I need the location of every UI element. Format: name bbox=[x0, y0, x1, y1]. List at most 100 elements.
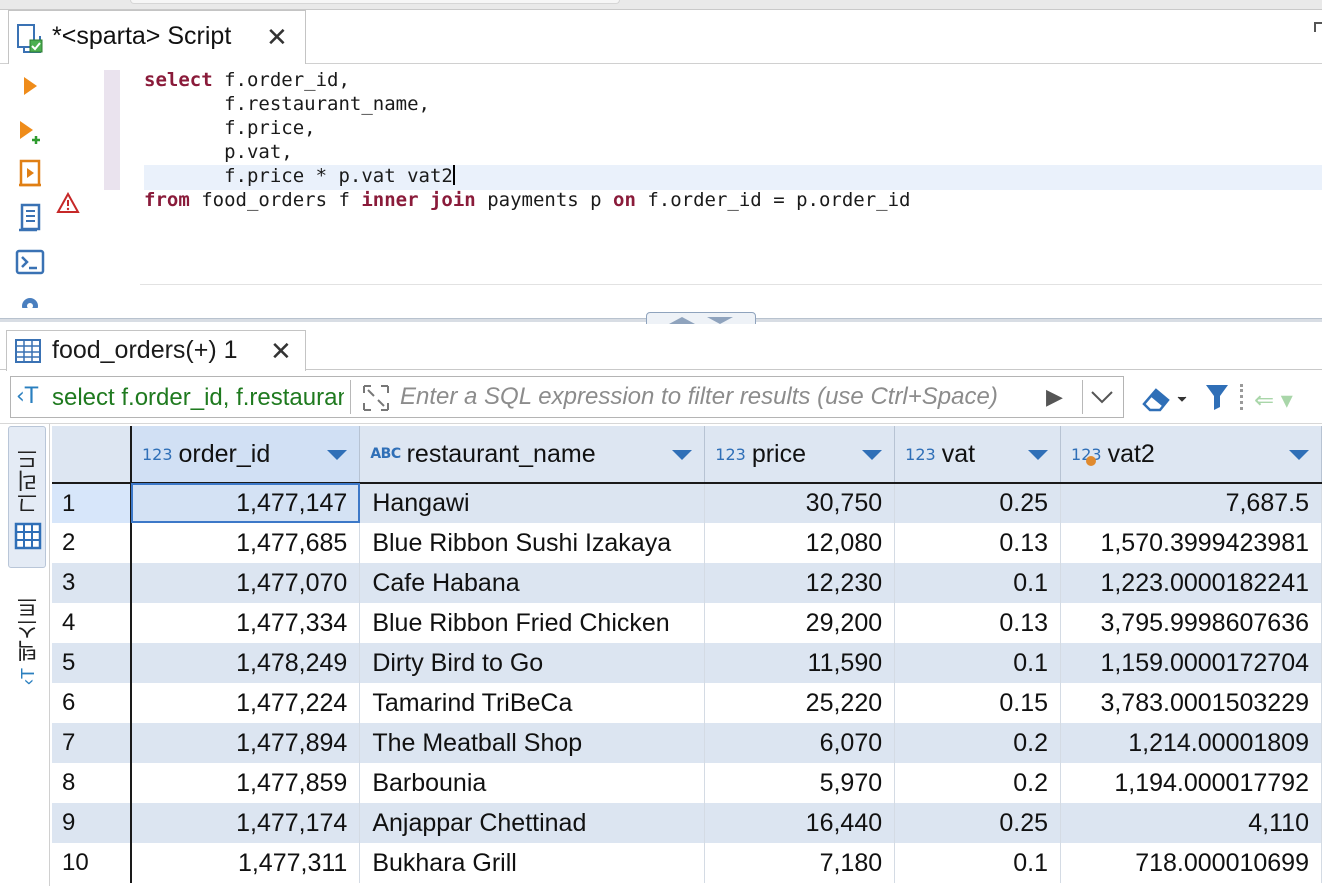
cell-order-id[interactable]: 1,477,859 bbox=[130, 763, 361, 803]
column-header-order-id[interactable]: 123 order_id bbox=[130, 426, 361, 484]
maximize-corner-icon[interactable] bbox=[1314, 22, 1322, 32]
apply-filter-icon[interactable]: ▶ bbox=[1046, 384, 1063, 410]
row-number[interactable]: 4 bbox=[52, 603, 132, 643]
cell-order-id[interactable]: 1,477,334 bbox=[130, 603, 361, 643]
table-row[interactable]: 7 1,477,894 The Meatball Shop 6,070 0.2 1,214… bbox=[52, 723, 1322, 763]
cell-restaurant-name[interactable]: Blue Ribbon Fried Chicken bbox=[359, 603, 706, 643]
row-number[interactable]: 3 bbox=[52, 563, 132, 603]
row-number[interactable]: 5 bbox=[52, 643, 132, 683]
code-line[interactable]: p.vat, bbox=[144, 140, 293, 164]
column-menu-arrow-icon[interactable] bbox=[672, 450, 693, 460]
cell-vat2[interactable]: 1,159.0000172704 bbox=[1060, 643, 1322, 683]
filter-input[interactable] bbox=[400, 382, 1040, 412]
run-statement-icon[interactable] bbox=[12, 68, 48, 104]
cell-price[interactable]: 25,220 bbox=[704, 683, 896, 723]
table-row[interactable]: 2 1,477,685 Blue Ribbon Sushi Izakaya 12,08… bbox=[52, 523, 1322, 563]
cell-order-id[interactable]: 1,477,224 bbox=[130, 683, 361, 723]
code-line[interactable]: f.price * p.vat vat2 bbox=[144, 164, 455, 188]
funnel-icon[interactable] bbox=[1204, 382, 1230, 412]
row-number[interactable]: 6 bbox=[52, 683, 132, 723]
text-view-label[interactable]: 텍스트 bbox=[13, 596, 45, 662]
chevron-down-icon[interactable] bbox=[707, 316, 733, 324]
cell-vat[interactable]: 0.2 bbox=[894, 763, 1062, 803]
cell-vat[interactable]: 0.15 bbox=[894, 683, 1062, 723]
eraser-icon[interactable] bbox=[1140, 384, 1192, 414]
settings-icon[interactable] bbox=[12, 288, 48, 308]
cell-order-id[interactable]: 1,477,311 bbox=[130, 843, 361, 883]
cell-restaurant-name[interactable]: Barbounia bbox=[359, 763, 706, 803]
column-menu-arrow-icon[interactable] bbox=[1289, 450, 1309, 460]
column-header-vat[interactable]: 123 vat bbox=[894, 426, 1062, 484]
cell-vat[interactable]: 0.1 bbox=[894, 843, 1062, 883]
cell-restaurant-name[interactable]: Cafe Habana bbox=[359, 563, 706, 603]
cell-vat2[interactable]: 4,110 bbox=[1060, 803, 1322, 843]
row-number[interactable]: 2 bbox=[52, 523, 132, 563]
cell-vat[interactable]: 0.1 bbox=[894, 643, 1062, 683]
cell-price[interactable]: 5,970 bbox=[704, 763, 896, 803]
cell-order-id[interactable]: 1,477,685 bbox=[130, 523, 361, 563]
table-row[interactable]: 10 1,477,311 Bukhara Grill 7,180 0.1 718.0000… bbox=[52, 843, 1322, 883]
cell-price[interactable]: 29,200 bbox=[704, 603, 896, 643]
row-number[interactable]: 7 bbox=[52, 723, 132, 763]
cell-price[interactable]: 6,070 bbox=[704, 723, 896, 763]
cell-restaurant-name[interactable]: Tamarind TriBeCa bbox=[359, 683, 706, 723]
cell-restaurant-name[interactable]: Anjappar Chettinad bbox=[359, 803, 706, 843]
cell-price[interactable]: 11,590 bbox=[704, 643, 896, 683]
table-row[interactable]: 4 1,477,334 Blue Ribbon Fried Chicken 29,20… bbox=[52, 603, 1322, 643]
cell-order-id[interactable]: 1,477,147 bbox=[130, 483, 361, 523]
cell-vat2[interactable]: 3,783.0001503229 bbox=[1060, 683, 1322, 723]
cell-order-id[interactable]: 1,477,174 bbox=[130, 803, 361, 843]
terminal-icon[interactable] bbox=[12, 244, 48, 280]
table-row[interactable]: 8 1,477,859 Barbounia 5,970 0.2 1,194.0000177… bbox=[52, 763, 1322, 803]
cell-vat2[interactable]: 3,795.9998607636 bbox=[1060, 603, 1322, 643]
cell-order-id[interactable]: 1,477,894 bbox=[130, 723, 361, 763]
table-row[interactable]: 5 1,478,249 Dirty Bird to Go 11,590 0.1 1,159… bbox=[52, 643, 1322, 683]
row-number-header[interactable] bbox=[52, 426, 132, 484]
cell-vat[interactable]: 0.25 bbox=[894, 483, 1062, 523]
cell-vat[interactable]: 0.2 bbox=[894, 723, 1062, 763]
cell-vat2[interactable]: 1,214.00001809 bbox=[1060, 723, 1322, 763]
column-header-price[interactable]: 123 price bbox=[704, 426, 896, 484]
cell-vat2[interactable]: 1,223.0000182241 bbox=[1060, 563, 1322, 603]
cell-price[interactable]: 16,440 bbox=[704, 803, 896, 843]
cell-price[interactable]: 7,180 bbox=[704, 843, 896, 883]
table-row[interactable]: 3 1,477,070 Cafe Habana 12,230 0.1 1,223.0000… bbox=[52, 563, 1322, 603]
code-line[interactable]: f.price, bbox=[144, 116, 316, 140]
cell-price[interactable]: 12,080 bbox=[704, 523, 896, 563]
cell-vat[interactable]: 0.25 bbox=[894, 803, 1062, 843]
explain-plan-icon[interactable] bbox=[12, 200, 48, 236]
close-icon[interactable]: ✕ bbox=[270, 336, 292, 366]
cell-restaurant-name[interactable]: Blue Ribbon Sushi Izakaya bbox=[359, 523, 706, 563]
column-menu-arrow-icon[interactable] bbox=[1028, 450, 1049, 460]
row-number[interactable]: 1 bbox=[52, 483, 132, 523]
column-header-restaurant-name[interactable]: ABC restaurant_name bbox=[359, 426, 706, 484]
cell-restaurant-name[interactable]: The Meatball Shop bbox=[359, 723, 706, 763]
cell-price[interactable]: 30,750 bbox=[704, 483, 896, 523]
code-line[interactable]: from food_orders f inner join payments p… bbox=[144, 188, 910, 212]
warning-icon[interactable] bbox=[56, 192, 80, 214]
active-query-text[interactable]: select f.order_id, f.restaurant_name bbox=[52, 384, 344, 412]
row-number[interactable]: 9 bbox=[52, 803, 132, 843]
cell-order-id[interactable]: 1,477,070 bbox=[130, 563, 361, 603]
row-number[interactable]: 8 bbox=[52, 763, 132, 803]
table-row[interactable]: 9 1,477,174 Anjappar Chettinad 16,440 0.25 4,… bbox=[52, 803, 1322, 843]
cell-vat2[interactable]: 1,194.000017792 bbox=[1060, 763, 1322, 803]
column-header-vat2[interactable]: 123 vat2 bbox=[1060, 426, 1322, 484]
column-menu-arrow-icon[interactable] bbox=[327, 450, 348, 460]
cell-vat[interactable]: 0.13 bbox=[894, 523, 1062, 563]
cell-vat[interactable]: 0.13 bbox=[894, 603, 1062, 643]
table-row[interactable]: 1 1,477,147 Hangawi 30,750 0.25 7,687.5 bbox=[52, 483, 1322, 523]
chevron-up-icon[interactable] bbox=[669, 316, 695, 324]
cell-order-id[interactable]: 1,478,249 bbox=[130, 643, 361, 683]
cell-restaurant-name[interactable]: Bukhara Grill bbox=[359, 843, 706, 883]
run-new-tab-icon[interactable] bbox=[12, 114, 48, 150]
close-icon[interactable]: ✕ bbox=[266, 22, 288, 52]
cell-restaurant-name[interactable]: Dirty Bird to Go bbox=[359, 643, 706, 683]
cell-restaurant-name[interactable]: Hangawi bbox=[359, 483, 706, 523]
code-line[interactable]: f.restaurant_name, bbox=[144, 92, 430, 116]
cell-vat2[interactable]: 718.000010699 bbox=[1060, 843, 1322, 883]
cell-vat2[interactable]: 1,570.3999423981 bbox=[1060, 523, 1322, 563]
table-row[interactable]: 6 1,477,224 Tamarind TriBeCa 25,220 0.15 3,78… bbox=[52, 683, 1322, 723]
text-view-icon[interactable]: ‹T bbox=[18, 668, 39, 685]
back-arrow-icon[interactable]: ⇐ ▾ bbox=[1254, 386, 1293, 415]
